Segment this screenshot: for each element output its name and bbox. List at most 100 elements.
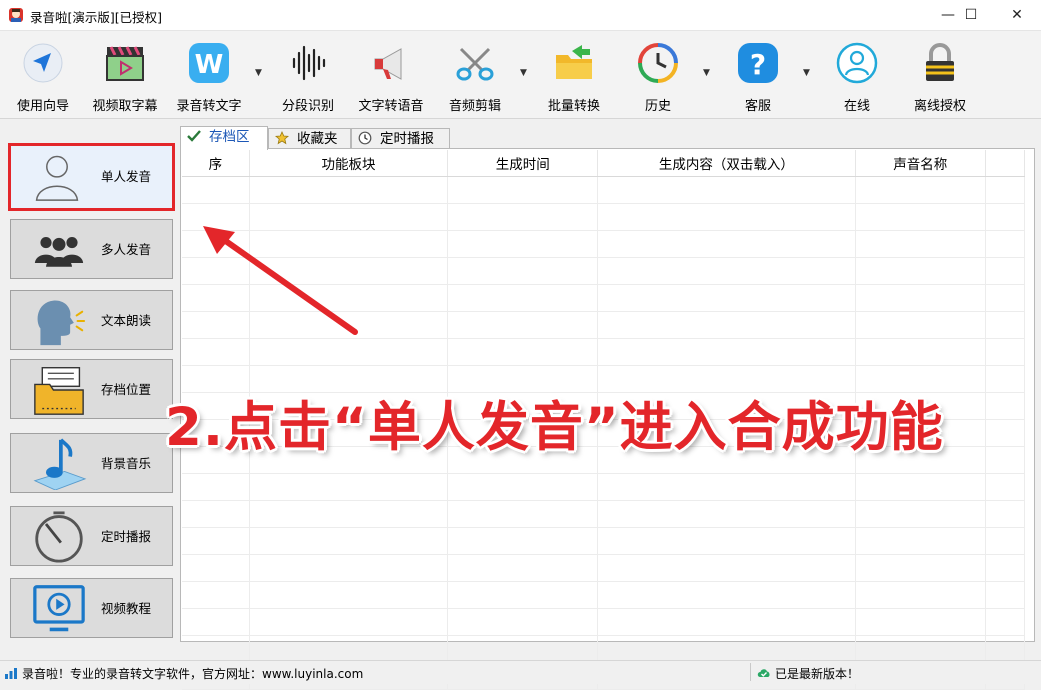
table-row[interactable] [182,581,1026,609]
sidebar-item-label: 定时播报 [101,529,152,544]
table-cell [855,257,986,285]
toolbar-speech-to-text-button[interactable]: W 录音转文字 [166,35,252,115]
chevron-down-icon[interactable]: ▼ [520,68,530,78]
sidebar-item-read-text[interactable]: 文本朗读 [10,290,173,350]
table-cell [985,338,1026,366]
cloud-check-icon [757,669,770,677]
status-divider [750,663,751,681]
toolbar-label: 离线授权 [913,99,966,114]
chevron-down-icon[interactable]: ▼ [803,68,813,78]
sidebar-item-background-music[interactable]: 背景音乐 [10,433,173,493]
table-cell [855,635,986,663]
table-cell [985,203,1026,231]
scissors-icon [456,47,494,81]
video-play-icon [33,585,85,632]
table-cell [447,203,599,231]
status-left: 录音啦！专业的录音转文字软件，官方网址：www.luyinla.com [4,665,363,682]
toolbar-label: 客服 [744,99,771,114]
table-cell [597,176,856,204]
table-cell [447,581,599,609]
toolbar-guide-button[interactable]: 使用向导 [0,35,86,115]
table-cell [182,527,250,555]
table-cell [597,527,856,555]
toolbar-label: 音频剪辑 [448,99,501,114]
folder-arrow-icon [556,45,592,79]
table-cell [855,608,986,636]
sidebar-item-multi-voice[interactable]: 多人发音 [10,219,173,279]
megaphone-icon [374,48,402,80]
sidebar-item-label: 文本朗读 [101,313,152,328]
padlock-icon [926,43,954,81]
toolbar-video-subtitle-button[interactable]: 视频取字幕 [82,35,168,115]
column-header[interactable]: 生成内容（双击载入） [597,150,856,177]
table-cell [447,176,599,204]
column-header[interactable]: 生成时间 [447,150,599,177]
table-row[interactable] [182,608,1026,636]
toolbar-support-button[interactable]: ? 客服 [715,35,801,115]
column-header[interactable]: 声音名称 [855,150,986,177]
video-clapper-icon [106,46,144,81]
maximize-button[interactable]: ☐ [948,0,994,30]
toolbar-batch-convert-button[interactable]: 批量转换 [531,35,617,115]
music-note-icon [33,438,87,490]
table-cell [249,581,449,609]
table-cell [597,554,856,582]
sidebar-item-archive-location[interactable]: 存档位置 [10,359,173,419]
table-cell [182,635,250,663]
table-row[interactable] [182,527,1026,555]
table-cell [597,608,856,636]
table-row[interactable] [182,176,1026,204]
toolbar-label: 在线 [843,99,870,114]
table-cell [447,635,599,663]
status-left-text: 录音啦！专业的录音转文字软件，官方网址：www.luyinla.com [22,667,364,681]
svg-text:?: ? [750,48,766,81]
sidebar-item-single-voice[interactable]: 单人发音 [8,143,175,211]
table-cell [249,473,449,501]
table-cell [985,527,1026,555]
table-row[interactable] [182,338,1026,366]
chevron-down-icon[interactable]: ▼ [703,68,713,78]
table-row[interactable] [182,554,1026,582]
toolbar-segment-recognition-button[interactable]: 分段识别 [265,35,351,115]
toolbar-history-button[interactable]: 历史 [615,35,701,115]
table-cell [447,527,599,555]
column-header[interactable]: 序 [182,150,250,177]
clock-icon [358,131,372,145]
tab-label: 存档区 [209,129,250,145]
table-cell [597,581,856,609]
toolbar-online-button[interactable]: 在线 [814,35,900,115]
column-header[interactable]: 功能板块 [249,150,449,177]
toolbar-offline-license-button[interactable]: 离线授权 [897,35,983,115]
table-row[interactable] [182,473,1026,501]
column-header-filler [985,150,1026,177]
app-logo-icon [9,8,23,22]
status-right: 已是最新版本！ [757,665,859,682]
sidebar-item-timed-broadcast[interactable]: 定时播报 [10,506,173,566]
table-row[interactable] [182,635,1026,663]
tab-favorites[interactable]: 收藏夹 [268,128,351,149]
sidebar-item-video-tutorial[interactable]: 视频教程 [10,578,173,638]
table-cell [447,230,599,258]
table-cell [182,500,250,528]
table-cell [597,635,856,663]
table-cell [249,608,449,636]
sidebar-item-label: 多人发音 [101,242,152,257]
tab-timed-broadcast[interactable]: 定时播报 [351,128,450,149]
chevron-down-icon[interactable]: ▼ [255,68,265,78]
toolbar-audio-edit-button[interactable]: 音频剪辑 [432,35,518,115]
table-cell [249,500,449,528]
table-cell [985,419,1026,447]
table-cell [447,257,599,285]
table-cell [597,338,856,366]
close-button[interactable]: ✕ [994,0,1040,30]
toolbar-text-to-speech-button[interactable]: 文字转语音 [348,35,434,115]
toolbar-label: 使用向导 [16,99,69,114]
table-cell [985,176,1026,204]
tab-archive[interactable]: 存档区 [180,126,268,150]
star-icon [275,131,289,145]
table-cell [985,581,1026,609]
table-cell [249,635,449,663]
status-right-text: 已是最新版本！ [775,667,860,681]
table-cell [447,500,599,528]
table-row[interactable] [182,500,1026,528]
